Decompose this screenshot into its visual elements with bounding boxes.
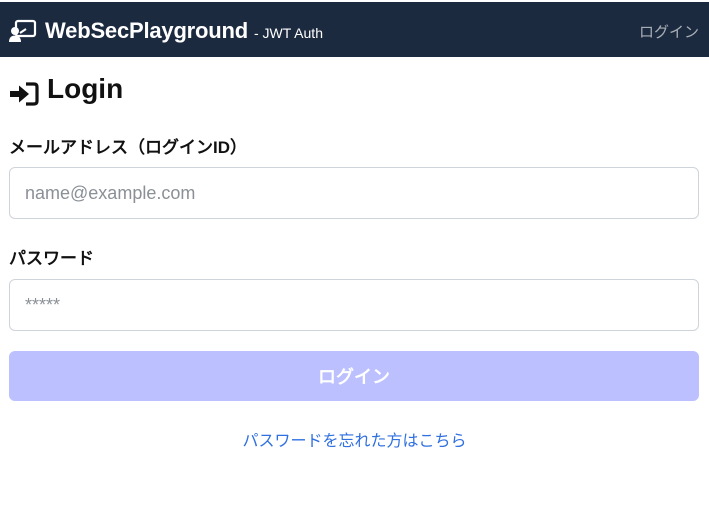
page-title-text: Login — [47, 73, 124, 104]
forgot-password-link[interactable]: パスワードを忘れた方はこちら — [242, 433, 466, 450]
nav-login-link[interactable]: ログイン — [639, 21, 699, 42]
email-label: メールアドレス（ログインID） — [9, 138, 247, 157]
page-title: Login — [9, 72, 123, 106]
brand-name: WebSecPlayground — [45, 18, 248, 43]
sign-in-icon — [9, 77, 39, 106]
presentation-user-icon — [9, 19, 37, 43]
password-label: パスワード — [9, 249, 94, 268]
brand-subtitle: - JWT Auth — [254, 25, 323, 41]
brand-link[interactable]: WebSecPlayground - JWT Auth — [9, 16, 323, 46]
login-button[interactable]: ログイン — [9, 351, 699, 401]
forgot-password-row: パスワードを忘れた方はこちら — [0, 427, 709, 451]
top-navbar: WebSecPlayground - JWT Auth ログイン — [0, 0, 709, 57]
password-field[interactable] — [9, 279, 699, 331]
email-field[interactable] — [9, 167, 699, 219]
